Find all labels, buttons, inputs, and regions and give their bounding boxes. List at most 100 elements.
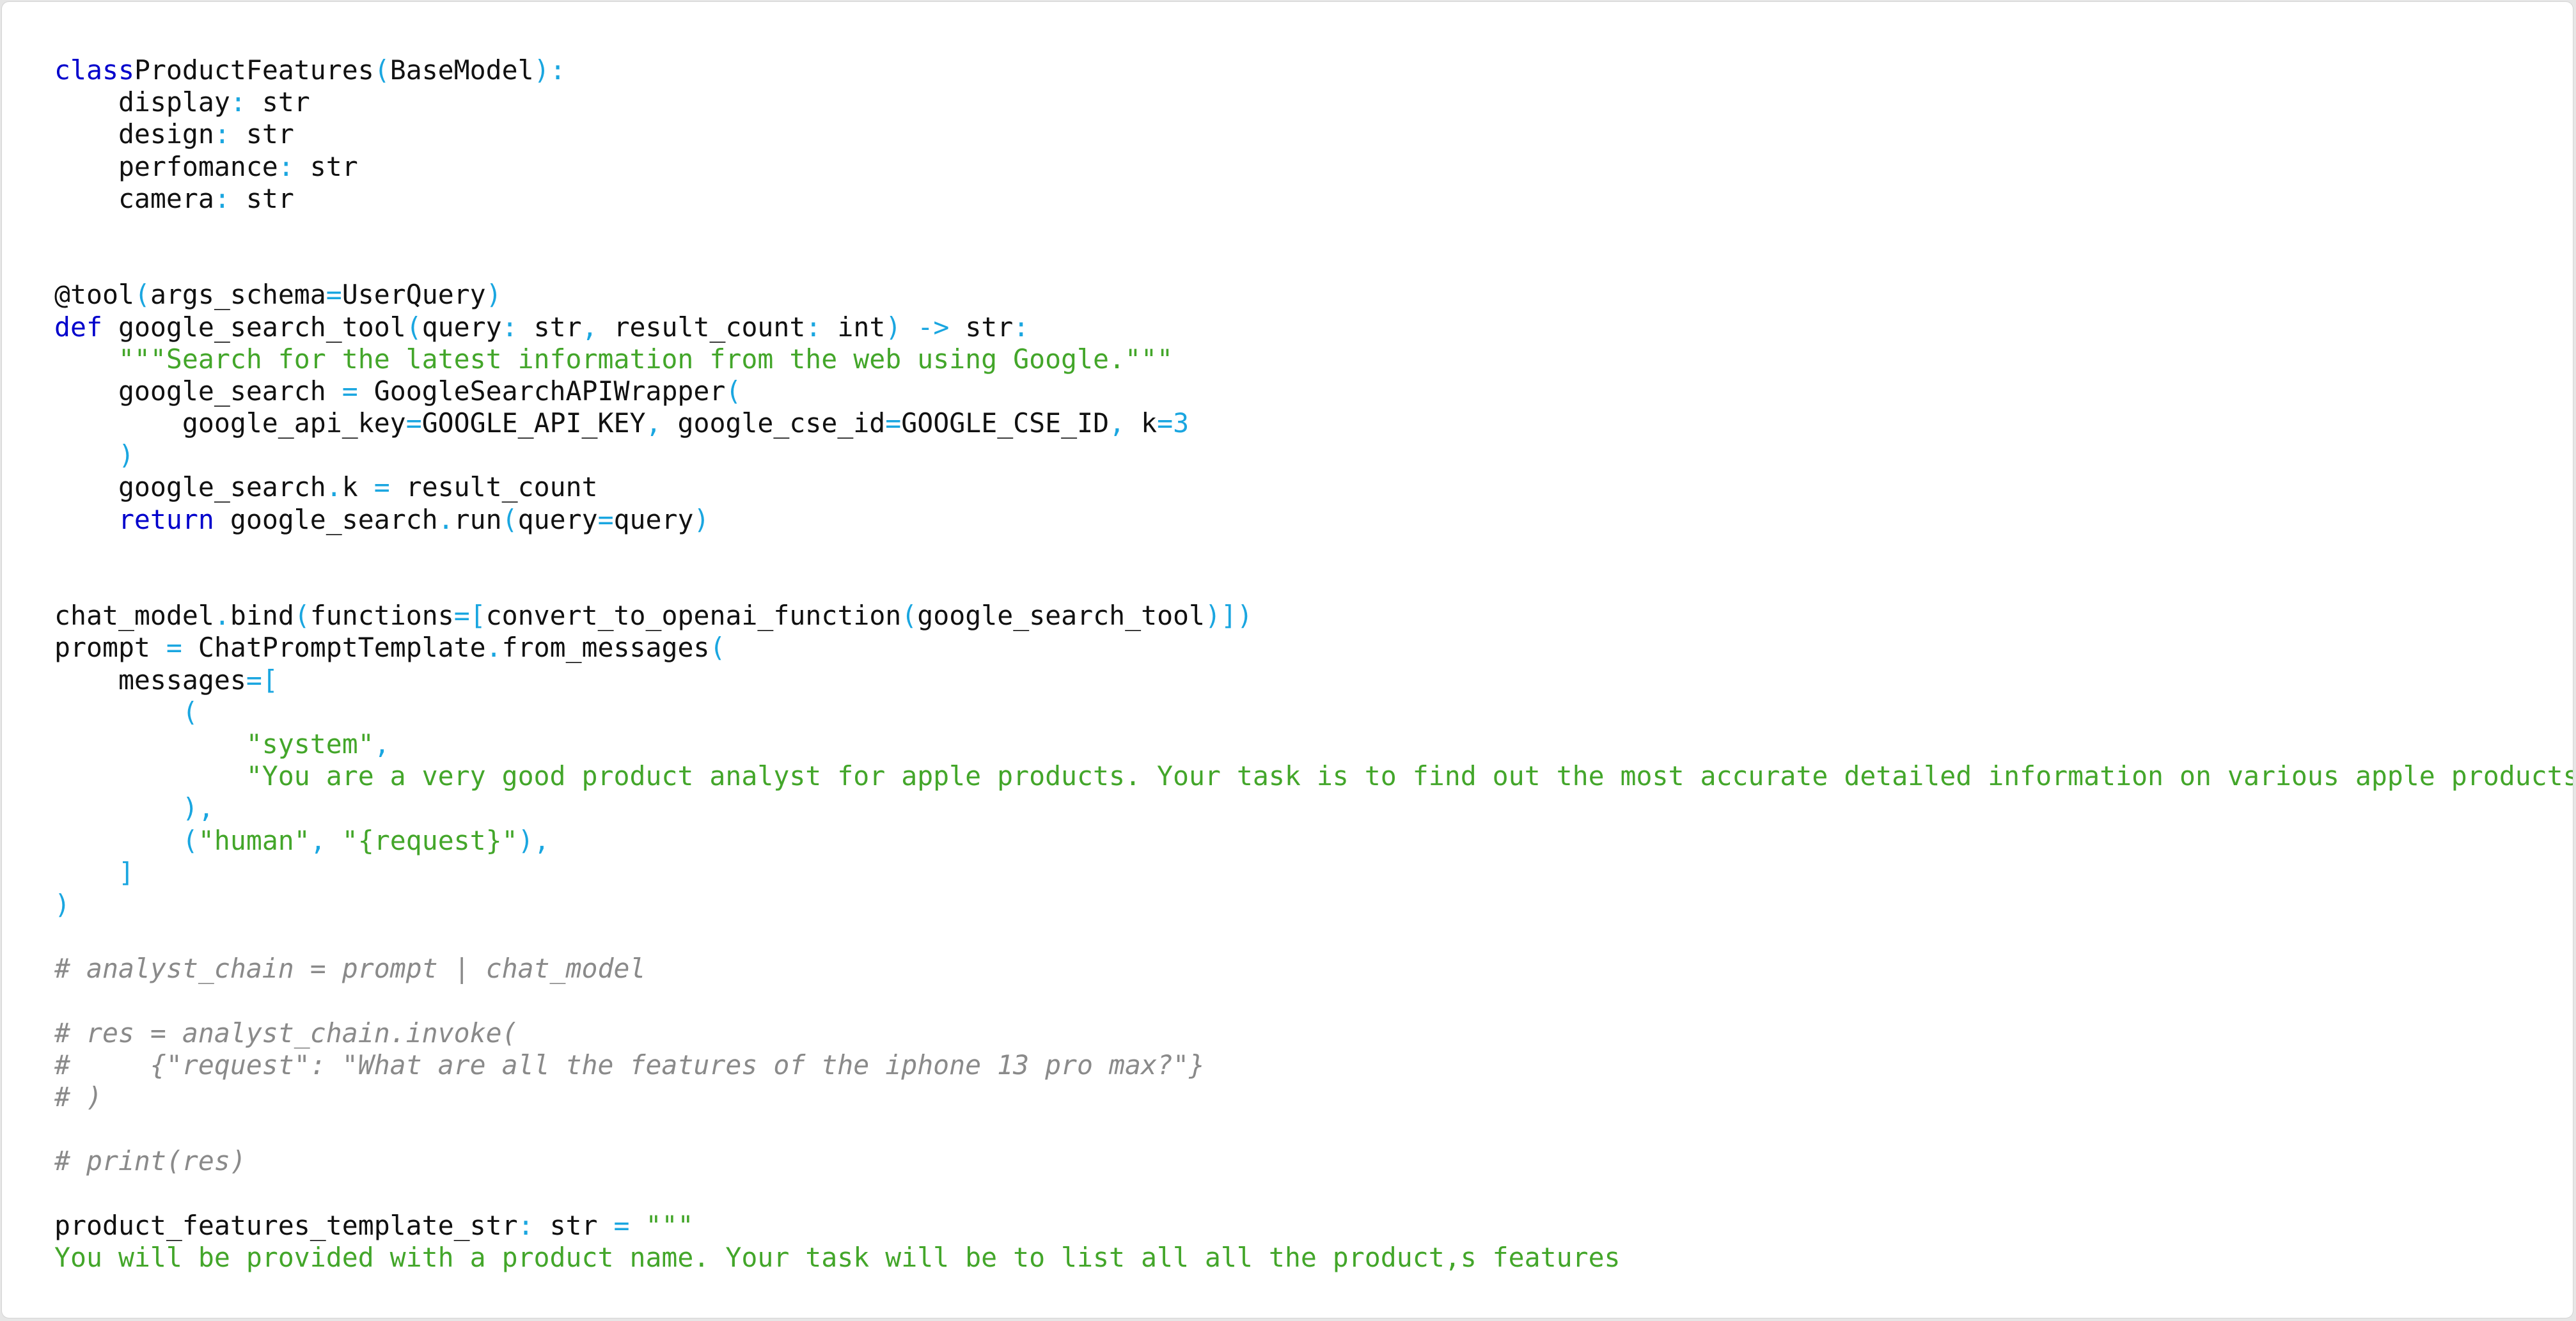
code-line: google_api_key=GOOGLE_API_KEY, google_cs… (54, 407, 2573, 439)
identifier-token: query (517, 503, 598, 535)
punctuation-token: = (885, 407, 902, 439)
code-line: # res = analyst_chain.invoke( (54, 1017, 2573, 1049)
punctuation-token: . (214, 600, 230, 632)
identifier-token: args_schema (150, 279, 326, 311)
punctuation-token: ) (485, 279, 502, 311)
punctuation-token: =[ (246, 664, 278, 696)
punctuation-token: ), (54, 792, 214, 824)
identifier-token (326, 825, 342, 856)
punctuation-token: . (437, 503, 454, 535)
identifier-token: google_search (214, 503, 438, 535)
identifier-token: prompt (54, 632, 166, 664)
code-editor[interactable]: classProductFeatures(BaseModel): display… (1, 1, 2573, 1318)
code-line: google_search = GoogleSearchAPIWrapper( (54, 375, 2573, 407)
punctuation-token: = (1157, 407, 1174, 439)
punctuation-token: -> (917, 311, 950, 343)
punctuation-token: ) (885, 311, 902, 343)
punctuation-token: . (326, 471, 342, 503)
identifier-token: GOOGLE_API_KEY (421, 407, 646, 439)
identifier-token: k (1125, 407, 1158, 439)
identifier-token: str (294, 150, 358, 182)
identifier-token: result_count (389, 471, 598, 503)
identifier-token (630, 1210, 646, 1241)
identifier-token: @tool (54, 279, 134, 311)
punctuation-token: , (581, 311, 598, 343)
identifier-token: UserQuery (342, 279, 486, 311)
code-line: ) (54, 439, 2573, 471)
identifier-token: str (533, 1209, 614, 1241)
code-line: """Search for the latest information fro… (54, 343, 2573, 375)
code-line: display: str (54, 86, 2573, 118)
string-token: """ (645, 1209, 694, 1241)
string-token: You will be provided with a product name… (54, 1241, 1621, 1273)
punctuation-token: )]) (1205, 600, 1253, 632)
identifier-token: ChatPromptTemplate (182, 632, 486, 664)
identifier-token: functions (310, 600, 454, 632)
code-line: ) (54, 889, 2573, 921)
identifier-token: from_messages (501, 632, 710, 664)
punctuation-token: = (373, 471, 390, 503)
punctuation-token: , (645, 407, 662, 439)
code-line: messages=[ (54, 664, 2573, 696)
punctuation-token: : (214, 182, 230, 214)
comment-token: # analyst_chain = prompt | chat_model (54, 953, 646, 985)
identifier-token: result_count (597, 311, 806, 343)
code-line: ] (54, 857, 2573, 889)
identifier-token: product_features_template_str (54, 1209, 518, 1241)
punctuation-token: ) (693, 503, 710, 535)
comment-token: # res = analyst_chain.invoke( (54, 1017, 518, 1049)
identifier-token: ProductFeatures (134, 54, 374, 86)
identifier-token: perfomance (54, 150, 278, 182)
code-line: return google_search.run(query=query) (54, 504, 2573, 536)
punctuation-token: : (805, 311, 822, 343)
comment-token: # print(res) (54, 1145, 246, 1177)
identifier-token: GOOGLE_CSE_ID (901, 407, 1110, 439)
punctuation-token: ( (405, 311, 422, 343)
punctuation-token: = (405, 407, 422, 439)
code-line: google_search.k = result_count (54, 471, 2573, 503)
punctuation-token: ( (501, 503, 518, 535)
code-line: ), (54, 792, 2573, 824)
code-line: "You are a very good product analyst for… (54, 760, 2573, 792)
punctuation-token: ) (54, 888, 70, 920)
string-token: "human" (198, 824, 310, 856)
punctuation-token: , (310, 824, 326, 856)
code-line: perfomance: str (54, 151, 2573, 183)
code-line: def google_search_tool(query: str, resul… (54, 311, 2573, 343)
punctuation-token: ] (54, 856, 134, 888)
code-block[interactable]: classProductFeatures(BaseModel): display… (54, 54, 2573, 1274)
code-line: # {"request": "What are all the features… (54, 1049, 2573, 1081)
punctuation-token: : (501, 311, 518, 343)
punctuation-token: ( (54, 696, 198, 728)
identifier-token (901, 311, 917, 343)
punctuation-token: , (1109, 407, 1126, 439)
identifier-token: int (821, 311, 886, 343)
identifier-token: GoogleSearchAPIWrapper (357, 375, 726, 407)
identifier-token: str (949, 311, 1014, 343)
identifier-token: google_search_tool (917, 600, 1206, 632)
string-token: """Search for the latest information fro… (54, 343, 1173, 375)
identifier-token: BaseModel (389, 54, 534, 86)
punctuation-token: ( (54, 824, 198, 856)
code-line: ("human", "{request}"), (54, 825, 2573, 857)
punctuation-token: : (1013, 311, 1030, 343)
punctuation-token: : (214, 118, 230, 150)
punctuation-token: = (342, 375, 358, 407)
punctuation-token: ( (373, 54, 390, 86)
punctuation-token: = (597, 503, 614, 535)
identifier-token: camera (54, 182, 214, 214)
punctuation-token: ): (533, 54, 566, 86)
punctuation-token: , (373, 728, 390, 760)
punctuation-token: ( (294, 600, 310, 632)
punctuation-token: ( (709, 632, 726, 664)
punctuation-token: : (517, 1209, 534, 1241)
punctuation-token: = (613, 1209, 630, 1241)
identifier-token: display (54, 86, 230, 118)
code-line: ( (54, 696, 2573, 728)
punctuation-token: = (326, 279, 342, 311)
